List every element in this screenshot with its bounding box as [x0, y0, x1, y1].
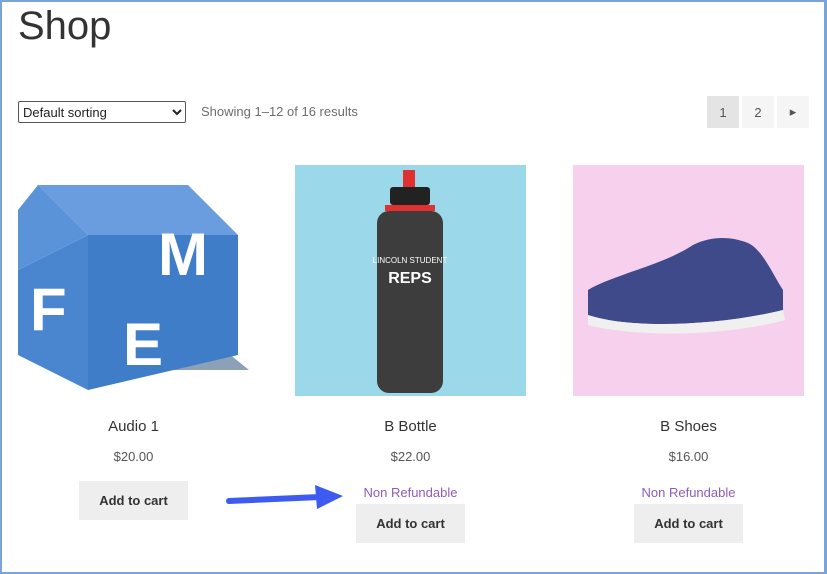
product-image-shoes[interactable] [573, 165, 804, 396]
caret-right-icon: ▸ [789, 104, 797, 119]
product-image-bottle[interactable]: REPS LINCOLN STUDENT [295, 165, 526, 396]
next-page-button[interactable]: ▸ [777, 96, 809, 128]
add-to-cart-button[interactable]: Add to cart [79, 481, 188, 520]
product-card: B Shoes $16.00 Non Refundable Add to car… [573, 165, 804, 543]
product-price: $22.00 [390, 449, 431, 464]
pagination: 1 2 ▸ [707, 96, 809, 128]
page-2[interactable]: 2 [742, 96, 774, 128]
page-title: Shop [18, 4, 112, 48]
svg-text:M: M [158, 221, 208, 288]
result-count: Showing 1–12 of 16 results [201, 104, 358, 119]
product-card: M E F Audio 1 $20.00 Add to cart [18, 165, 249, 520]
add-to-cart-button[interactable]: Add to cart [356, 504, 465, 543]
page-1[interactable]: 1 [707, 96, 739, 128]
product-price: $20.00 [113, 449, 154, 464]
svg-text:F: F [30, 276, 67, 343]
product-name[interactable]: B Bottle [295, 418, 526, 435]
add-to-cart-button[interactable]: Add to cart [634, 504, 743, 543]
svg-text:REPS: REPS [388, 270, 432, 287]
svg-text:LINCOLN STUDENT: LINCOLN STUDENT [373, 256, 448, 265]
product-image-fme-logo[interactable]: M E F [18, 165, 249, 396]
non-refundable-badge: Non Refundable [641, 485, 736, 500]
product-price: $16.00 [668, 449, 709, 464]
arrow-right-icon [226, 485, 343, 509]
sorting-select[interactable]: Default sorting [18, 101, 186, 123]
product-name[interactable]: Audio 1 [18, 418, 249, 435]
svg-text:E: E [123, 311, 163, 378]
product-name[interactable]: B Shoes [573, 418, 804, 435]
